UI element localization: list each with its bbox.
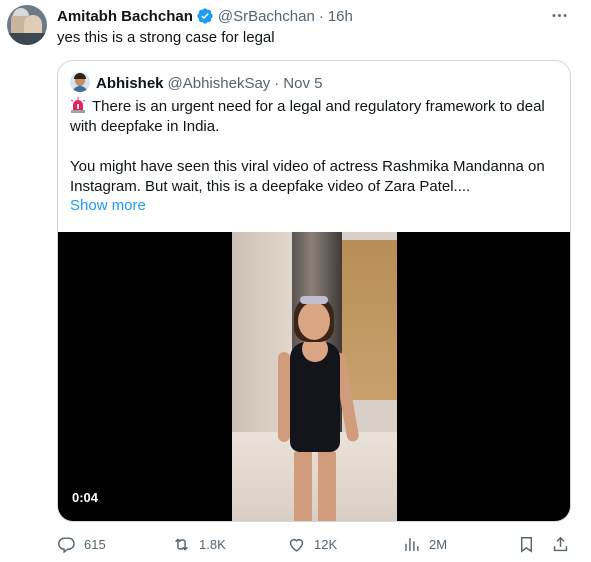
bookmark-button[interactable] <box>517 530 536 558</box>
author-name[interactable]: Amitabh Bachchan <box>57 8 193 25</box>
more-button[interactable] <box>548 4 570 26</box>
show-more-link[interactable]: Show more <box>70 197 146 214</box>
like-button[interactable]: 12K <box>287 530 337 558</box>
share-button[interactable] <box>551 530 570 558</box>
quote-date[interactable]: Nov 5 <box>283 75 322 92</box>
separator: · <box>318 7 324 25</box>
action-bar: 615 1.8K 12K 2M <box>0 530 591 558</box>
tweet-time[interactable]: 16h <box>328 8 353 25</box>
quote-avatar[interactable] <box>70 72 90 92</box>
views-icon <box>405 537 419 551</box>
quote-separator: · <box>274 74 280 92</box>
retweet-icon <box>175 537 188 551</box>
quote-line-4: Instagram. But wait, this is a deepfake … <box>70 178 471 195</box>
reply-icon <box>58 536 75 553</box>
reply-count: 615 <box>84 536 106 552</box>
quote-text: There is an urgent need for a legal and … <box>70 97 562 197</box>
share-icon <box>553 536 568 551</box>
like-count: 12K <box>314 536 338 552</box>
views-button[interactable]: 2M <box>402 530 447 558</box>
video-frame <box>232 232 397 521</box>
siren-icon <box>70 97 86 113</box>
like-icon <box>289 538 304 552</box>
retweet-button[interactable]: 1.8K <box>172 530 226 558</box>
quoted-tweet[interactable]: Abhishek @AbhishekSay · Nov 5 There is a… <box>57 60 571 522</box>
reply-button[interactable]: 615 <box>57 530 106 558</box>
tweet[interactable]: Amitabh Bachchan @SrBachchan · 16h yes t… <box>0 0 591 562</box>
video-player[interactable]: 0:04 <box>58 232 570 521</box>
views-count: 2M <box>429 536 448 552</box>
author-handle[interactable]: @SrBachchan <box>218 8 315 25</box>
quote-author-handle[interactable]: @AbhishekSay <box>168 75 271 92</box>
retweet-count: 1.8K <box>199 536 226 552</box>
tweet-header: Amitabh Bachchan @SrBachchan · 16h <box>57 6 353 26</box>
bookmark-icon <box>521 536 532 553</box>
more-icon <box>552 13 566 17</box>
verified-icon <box>197 8 213 24</box>
quote-line-3: You might have seen this viral video of … <box>70 158 545 175</box>
avatar[interactable] <box>7 5 47 45</box>
quote-header: Abhishek @AbhishekSay · Nov 5 <box>96 73 322 93</box>
quote-line-2: with deepfake in India. <box>70 118 220 135</box>
quote-line-1: There is an urgent need for a legal and … <box>92 98 545 115</box>
quote-author-name[interactable]: Abhishek <box>96 75 164 92</box>
video-duration: 0:04 <box>72 490 99 505</box>
tweet-text: yes this is a strong case for legal <box>57 29 275 46</box>
